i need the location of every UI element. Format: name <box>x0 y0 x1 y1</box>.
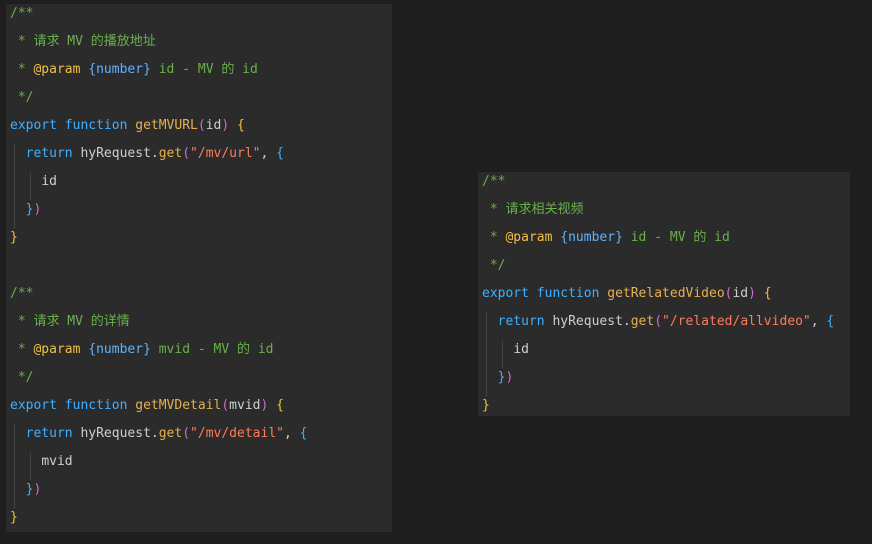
comment-open: /** <box>482 174 506 189</box>
indent-guide <box>14 144 15 228</box>
comment-param: * @param {number} id - MV 的 id <box>10 62 258 77</box>
comment-open: /** <box>10 6 34 21</box>
function-signature: export function getRelatedVideo(id) { <box>482 286 772 301</box>
close-function: } <box>10 510 18 525</box>
close-function: } <box>482 398 490 413</box>
comment-param: * @param {number} mvid - MV 的 id <box>10 342 274 357</box>
request-body-field: id <box>41 174 57 189</box>
request-body-field: id <box>513 342 529 357</box>
comment-close: */ <box>482 258 506 273</box>
comment-description: * 请求 MV 的详情 <box>10 314 130 329</box>
request-body-field: mvid <box>41 454 73 469</box>
indent-guide <box>14 424 15 508</box>
comment-description: * 请求 MV 的播放地址 <box>10 34 156 49</box>
return-statement: return hyRequest.get("/mv/url", { <box>25 146 284 161</box>
return-statement: return hyRequest.get("/related/allvideo"… <box>497 314 835 329</box>
code-snippet-left: /** * 请求 MV 的播放地址 * @param {number} id -… <box>6 4 392 532</box>
comment-close: */ <box>10 90 34 105</box>
indent-guide <box>486 312 487 396</box>
comment-description: * 请求相关视频 <box>482 202 584 217</box>
indent-guide <box>30 452 31 480</box>
indent-guide <box>502 340 503 368</box>
function-signature: export function getMVDetail(mvid) { <box>10 398 284 413</box>
indent-guide <box>30 172 31 200</box>
comment-param: * @param {number} id - MV 的 id <box>482 230 730 245</box>
comment-close: */ <box>10 370 34 385</box>
close-function: } <box>10 230 18 245</box>
comment-open: /** <box>10 286 34 301</box>
return-statement: return hyRequest.get("/mv/detail", { <box>25 426 308 441</box>
code-snippet-right: /** * 请求相关视频 * @param {number} id - MV 的… <box>478 172 850 416</box>
function-signature: export function getMVURL(id) { <box>10 118 245 133</box>
